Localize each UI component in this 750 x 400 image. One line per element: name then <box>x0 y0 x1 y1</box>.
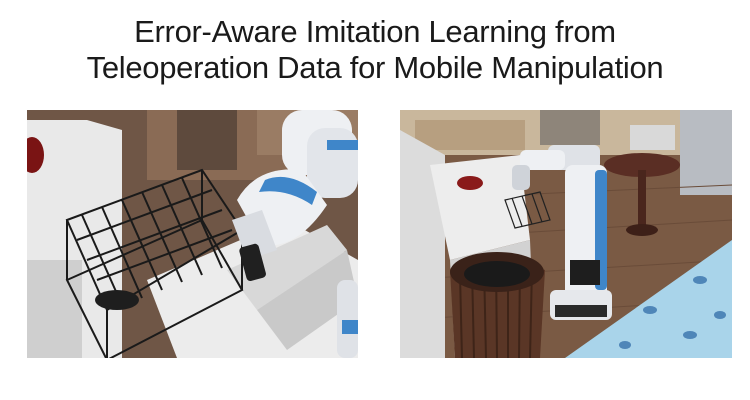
kitchen-wide-scene <box>400 110 732 358</box>
kitchen-wide-view <box>400 110 732 358</box>
title-line-2: Teleoperation Data for Mobile Manipulati… <box>86 50 664 85</box>
dishwasher-closeup-view <box>27 110 358 358</box>
red-bowl <box>457 176 483 190</box>
dish-item <box>95 290 139 310</box>
dishwasher-closeup-scene <box>27 110 358 358</box>
trash-bin <box>450 252 545 358</box>
fridge <box>680 110 732 195</box>
video-title: Error-Aware Imitation Learning from Tele… <box>0 14 750 86</box>
title-line-1: Error-Aware Imitation Learning from <box>134 14 616 49</box>
page: Error-Aware Imitation Learning from Tele… <box>0 0 750 400</box>
